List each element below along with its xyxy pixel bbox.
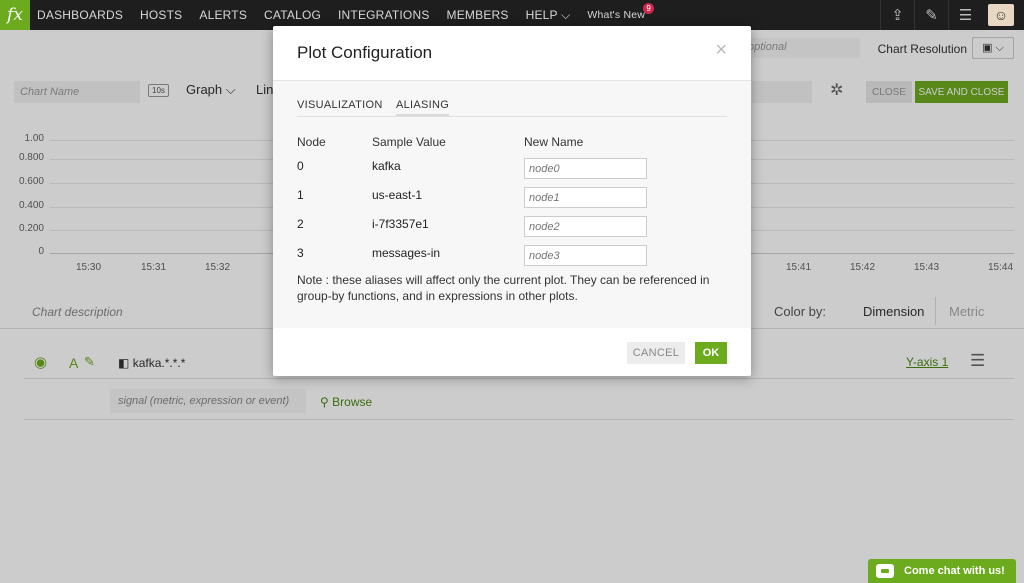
nav-whats-new[interactable]: What's New 9 (587, 3, 655, 21)
column-header-new-name: New Name (524, 135, 584, 149)
row-node: 3 (297, 246, 304, 260)
dialog-header: Plot Configuration × (273, 26, 751, 81)
edit-icon[interactable]: ✎ (914, 0, 948, 30)
row-sample-value: us-east-1 (372, 188, 423, 202)
row-sample-value: i-7f3357e1 (372, 217, 429, 231)
plot-configuration-dialog: Plot Configuration × VISUALIZATION ALIAS… (273, 26, 751, 376)
nav-dashboards[interactable]: DASHBOARDS (37, 8, 123, 22)
chat-button[interactable]: Come chat with us! (868, 559, 1016, 583)
row-node: 1 (297, 188, 304, 202)
nav-members[interactable]: MEMBERS (447, 8, 509, 22)
close-icon[interactable]: × (715, 40, 727, 60)
alias-input[interactable] (524, 158, 647, 179)
whats-new-badge: 9 (643, 3, 655, 14)
whats-new-label: What's New (587, 9, 646, 21)
dialog-title: Plot Configuration (297, 43, 433, 62)
column-header-sample-value: Sample Value (372, 135, 446, 149)
alias-input[interactable] (524, 187, 647, 208)
alias-input[interactable] (524, 216, 647, 237)
nav-help[interactable]: HELP ⌵ (526, 8, 571, 23)
chat-label: Come chat with us! (904, 565, 1005, 577)
chat-icon (876, 564, 894, 578)
row-sample-value: kafka (372, 159, 401, 173)
row-node: 0 (297, 159, 304, 173)
column-header-node: Node (297, 135, 326, 149)
share-icon[interactable]: ⇪ (880, 0, 914, 30)
user-avatar[interactable]: ☺ (988, 4, 1014, 26)
nav-alerts[interactable]: ALERTS (199, 8, 247, 22)
aliasing-note: Note : these aliases will affect only th… (297, 273, 710, 303)
tab-visualization[interactable]: VISUALIZATION (297, 99, 383, 114)
nav-integrations[interactable]: INTEGRATIONS (338, 8, 430, 22)
nav-menu: DASHBOARDS HOSTS ALERTS CATALOG INTEGRAT… (37, 3, 662, 23)
row-sample-value: messages-in (372, 246, 441, 260)
alias-input[interactable] (524, 245, 647, 266)
menu-icon[interactable]: ☰ (948, 0, 982, 30)
dialog-tabs: VISUALIZATION ALIASING (297, 97, 727, 117)
app-logo[interactable]: fx (0, 0, 30, 30)
nav-catalog[interactable]: CATALOG (264, 8, 321, 22)
ok-button[interactable]: OK (695, 342, 727, 364)
nav-right-tools: ⇪ ✎ ☰ ☺ (880, 0, 1024, 30)
dialog-body: VISUALIZATION ALIASING Node Sample Value… (273, 81, 751, 328)
tab-aliasing[interactable]: ALIASING (396, 99, 450, 116)
nav-hosts[interactable]: HOSTS (140, 8, 182, 22)
row-node: 2 (297, 217, 304, 231)
dialog-footer: CANCEL OK (273, 328, 751, 376)
cancel-button[interactable]: CANCEL (627, 342, 685, 364)
